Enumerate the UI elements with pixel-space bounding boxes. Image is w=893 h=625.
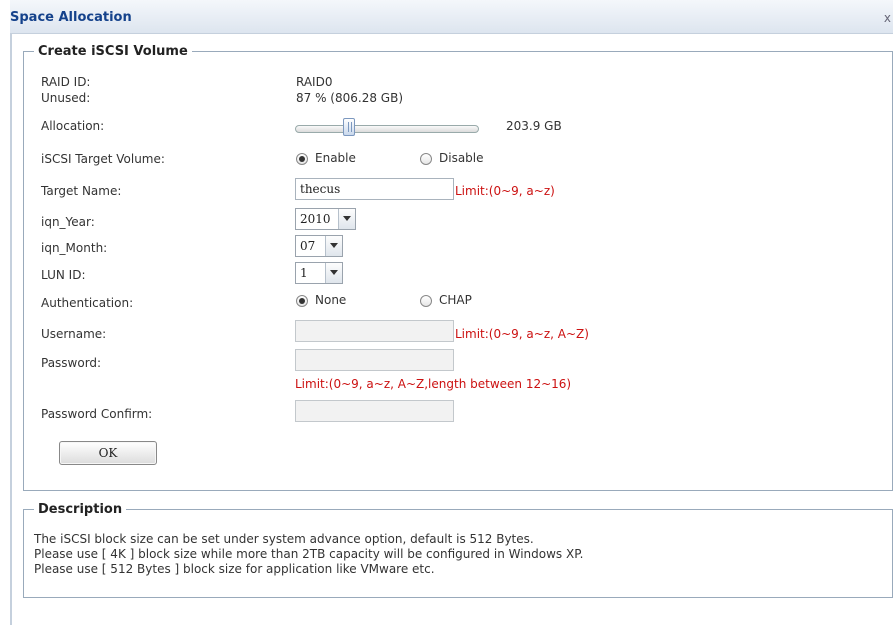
username-limit: Limit:(0~9, a~z, A~Z) bbox=[455, 327, 589, 341]
window-border bbox=[10, 33, 12, 625]
auth-chap-label: CHAP bbox=[439, 293, 472, 307]
target-name-input[interactable]: thecus bbox=[295, 178, 454, 200]
target-volume-label: iSCSI Target Volume: bbox=[41, 152, 165, 166]
auth-none-radio[interactable] bbox=[296, 295, 308, 307]
password-limit: Limit:(0~9, a~z, A~Z,length between 12~1… bbox=[295, 377, 572, 391]
disable-radio-label: Disable bbox=[439, 151, 484, 165]
enable-radio-label: Enable bbox=[315, 151, 356, 165]
ok-button[interactable]: OK bbox=[59, 441, 157, 465]
allocation-slider-handle[interactable] bbox=[342, 118, 355, 136]
iqn-month-value: 07 bbox=[300, 239, 316, 253]
lun-id-value: 1 bbox=[300, 266, 308, 280]
dialog-title: Space Allocation bbox=[10, 10, 132, 25]
close-icon[interactable]: x bbox=[881, 11, 891, 25]
authentication-label: Authentication: bbox=[41, 296, 134, 310]
title-bar: Space Allocation x bbox=[10, 0, 893, 34]
target-name-label: Target Name: bbox=[41, 184, 122, 198]
space-allocation-dialog: Space Allocation x Create iSCSI Volume R… bbox=[10, 0, 893, 625]
password-input[interactable] bbox=[295, 349, 454, 371]
description-line: Please use [ 512 Bytes ] block size for … bbox=[34, 562, 435, 576]
description-line: The iSCSI block size can be set under sy… bbox=[34, 532, 534, 546]
description-line: Please use [ 4K ] block size while more … bbox=[34, 547, 584, 561]
target-name-limit: Limit:(0~9, a~z) bbox=[455, 184, 555, 198]
iqn-year-value: 2010 bbox=[300, 212, 331, 226]
chevron-down-icon[interactable] bbox=[325, 263, 342, 283]
auth-chap-radio[interactable] bbox=[420, 295, 432, 307]
password-confirm-label: Password Confirm: bbox=[41, 407, 153, 421]
password-label: Password: bbox=[41, 356, 102, 370]
password-confirm-input[interactable] bbox=[295, 400, 454, 422]
chevron-down-icon[interactable] bbox=[338, 209, 355, 229]
enable-radio[interactable] bbox=[296, 153, 308, 165]
allocation-label: Allocation: bbox=[41, 119, 105, 133]
lun-id-select[interactable]: 1 bbox=[295, 262, 343, 284]
lun-id-label: LUN ID: bbox=[41, 268, 86, 282]
iqn-month-select[interactable]: 07 bbox=[295, 235, 343, 257]
unused-value: 87 % (806.28 GB) bbox=[296, 91, 403, 105]
username-input[interactable] bbox=[295, 320, 454, 342]
username-label: Username: bbox=[41, 327, 107, 341]
iqn-year-select[interactable]: 2010 bbox=[295, 208, 356, 230]
create-iscsi-volume-panel: Create iSCSI Volume bbox=[23, 44, 893, 491]
allocation-slider-track[interactable] bbox=[295, 125, 479, 133]
description-legend: Description bbox=[38, 502, 123, 517]
iqn-year-label: iqn_Year: bbox=[41, 215, 95, 229]
chevron-down-icon[interactable] bbox=[325, 236, 342, 256]
disable-radio[interactable] bbox=[420, 153, 432, 165]
auth-none-label: None bbox=[315, 293, 347, 307]
allocation-value: 203.9 GB bbox=[506, 119, 562, 133]
panel-legend: Create iSCSI Volume bbox=[38, 44, 188, 59]
unused-label: Unused: bbox=[41, 91, 91, 105]
raid-id-label: RAID ID: bbox=[41, 75, 91, 89]
iqn-month-label: iqn_Month: bbox=[41, 241, 108, 255]
raid-id-value: RAID0 bbox=[296, 75, 333, 89]
